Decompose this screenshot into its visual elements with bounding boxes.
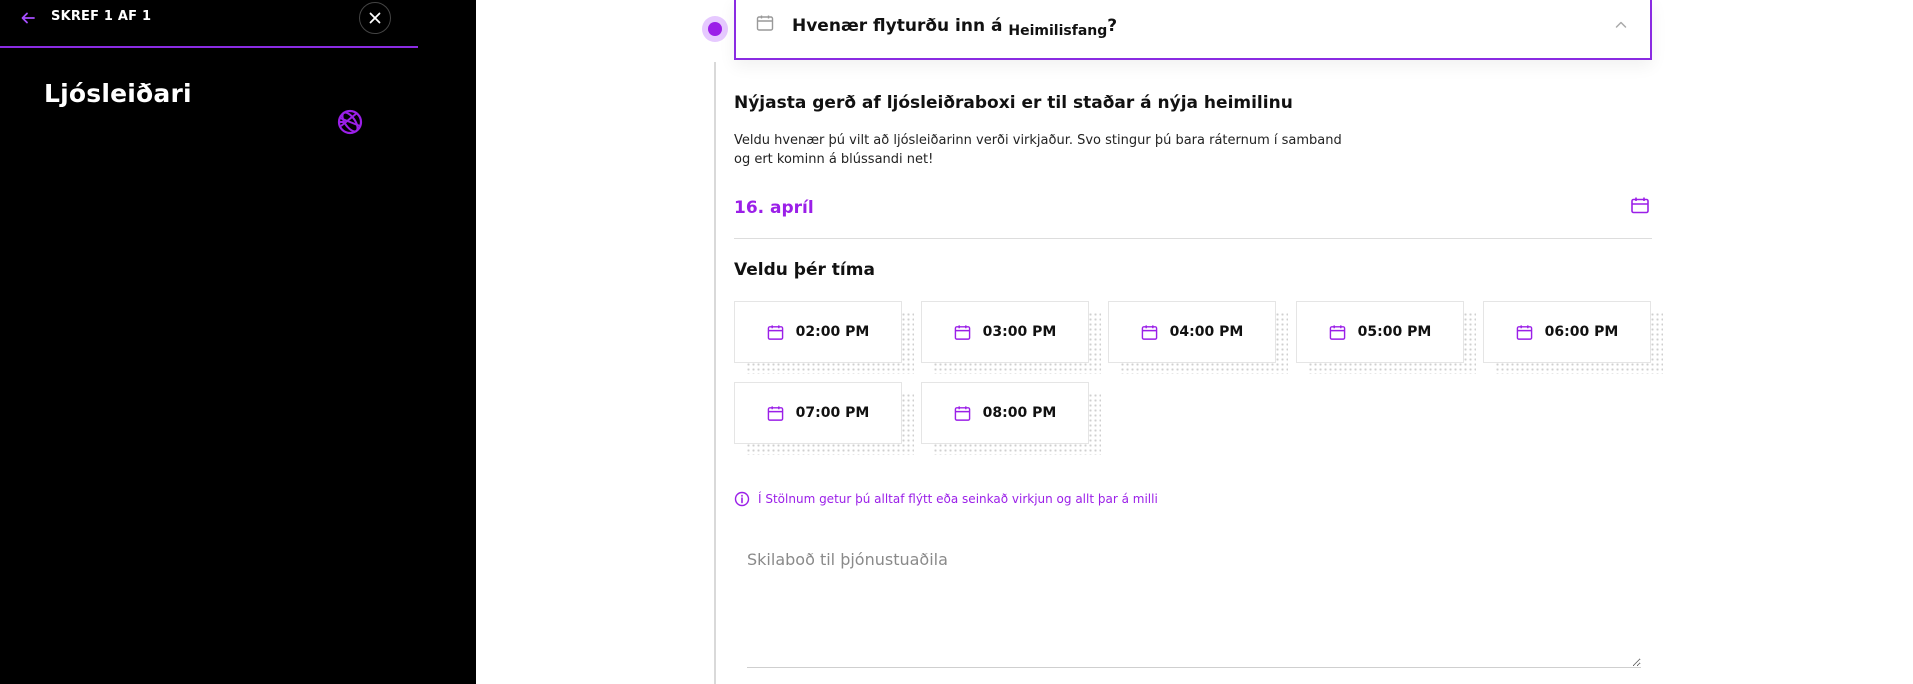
selected-date: 16. apríl [734, 198, 814, 218]
accordion-address: Heimilisfang [1008, 23, 1108, 39]
time-slot-button[interactable]: 02:00 PM [734, 301, 902, 363]
info-text: Í Stölnum getur þú alltaf flýtt eða sein… [758, 492, 1158, 506]
time-slot-label: 05:00 PM [1357, 324, 1432, 340]
step-indicator-dot [708, 22, 722, 36]
time-slot-label: 02:00 PM [795, 324, 870, 340]
calendar-icon [954, 324, 970, 340]
calendar-icon[interactable] [1630, 196, 1650, 216]
time-slot-button[interactable]: 03:00 PM [921, 301, 1089, 363]
chevron-up-icon[interactable] [1614, 18, 1628, 32]
time-heading: Veldu þér tíma [734, 260, 875, 280]
sidebar-header: SKREF 1 AF 1 [0, 0, 418, 48]
app-root: SKREF 1 AF 1 Ljósleiðari Hvenær flyturðu… [0, 0, 1913, 684]
step-indicator [702, 16, 728, 42]
time-slot-button[interactable]: 08:00 PM [921, 382, 1089, 444]
back-button[interactable] [18, 8, 38, 28]
product-title: Ljósleiðari [44, 79, 192, 108]
time-slot-button[interactable]: 04:00 PM [1108, 301, 1276, 363]
accordion-title-suffix: ? [1107, 16, 1118, 36]
time-slot-button[interactable]: 05:00 PM [1296, 301, 1464, 363]
info-note: Í Stölnum getur þú alltaf flýtt eða sein… [734, 491, 1158, 507]
date-picker[interactable]: 16. apríl [734, 196, 1652, 239]
calendar-icon [767, 324, 783, 340]
arrow-left-icon [21, 12, 35, 24]
globe-icon [337, 109, 363, 135]
calendar-icon [954, 405, 970, 421]
close-button[interactable] [359, 2, 391, 34]
time-slot-button[interactable]: 06:00 PM [1483, 301, 1651, 363]
time-slot-label: 03:00 PM [982, 324, 1057, 340]
section-heading: Nýjasta gerð af ljósleiðraboxi er til st… [734, 93, 1293, 113]
section-description: Veldu hvenær þú vilt að ljósleiðarinn ve… [734, 133, 1342, 167]
close-icon [369, 12, 381, 24]
time-slot-label: 07:00 PM [795, 405, 870, 421]
time-slot-button[interactable]: 07:00 PM [734, 382, 902, 444]
step-label: SKREF 1 AF 1 [51, 9, 152, 24]
calendar-icon [1516, 324, 1532, 340]
time-slot-label: 08:00 PM [982, 405, 1057, 421]
accordion-title-text: Hvenær flyturðu inn á [792, 16, 1003, 36]
calendar-icon [1329, 324, 1345, 340]
sidebar: SKREF 1 AF 1 Ljósleiðari [0, 0, 476, 684]
move-in-accordion[interactable]: Hvenær flyturðu inn á Heimilisfang? [734, 0, 1652, 60]
timeline-line [714, 62, 716, 684]
accordion-title: Hvenær flyturðu inn á Heimilisfang? [792, 16, 1118, 39]
time-slot-label: 04:00 PM [1169, 324, 1244, 340]
time-slot-label: 06:00 PM [1544, 324, 1619, 340]
info-icon [734, 491, 750, 507]
calendar-icon [756, 15, 774, 31]
calendar-icon [767, 405, 783, 421]
message-textarea[interactable] [747, 540, 1641, 668]
main-content: Hvenær flyturðu inn á Heimilisfang? Nýja… [476, 0, 1913, 684]
calendar-icon [1141, 324, 1157, 340]
